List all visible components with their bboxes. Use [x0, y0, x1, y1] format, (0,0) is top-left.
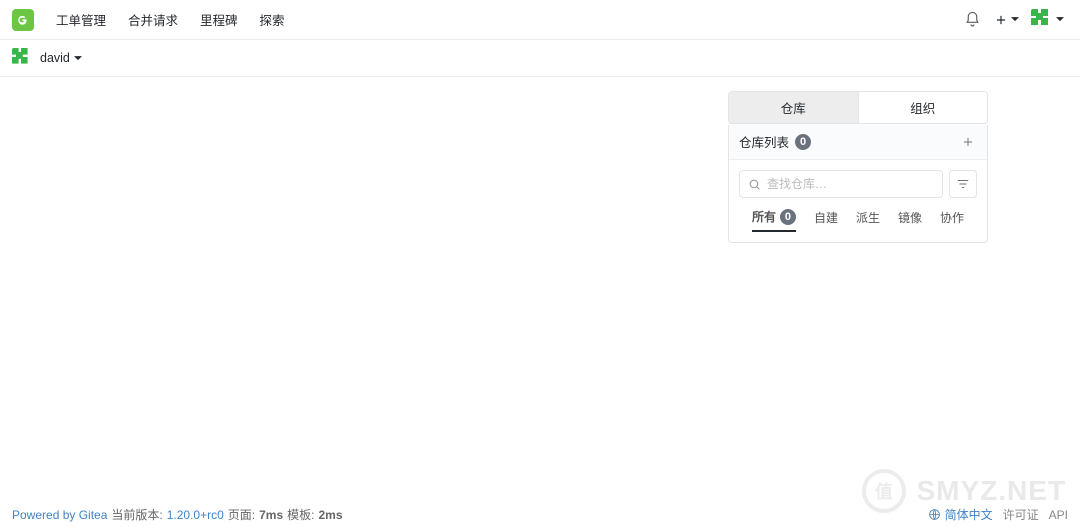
- footer-license[interactable]: 许可证: [1003, 506, 1039, 523]
- repo-search-input[interactable]: [767, 175, 934, 193]
- globe-icon: [928, 508, 941, 521]
- bell-icon: [964, 11, 981, 28]
- filter-tab-sources[interactable]: 自建: [814, 209, 838, 231]
- footer-api[interactable]: API: [1049, 508, 1068, 522]
- repo-search-wrap[interactable]: [739, 170, 943, 198]
- context-switcher[interactable]: david: [40, 51, 82, 65]
- tab-repositories[interactable]: 仓库: [729, 92, 859, 123]
- username-label: david: [40, 51, 70, 65]
- nav-milestones[interactable]: 里程碑: [190, 0, 248, 40]
- footer-version[interactable]: 1.20.0+rc0: [167, 508, 224, 522]
- filter-tab-collab[interactable]: 协作: [940, 209, 964, 231]
- plus-icon: [994, 13, 1008, 27]
- new-repo-button[interactable]: [959, 133, 977, 151]
- footer-page-time: 7ms: [259, 508, 283, 522]
- filter-icon: [956, 177, 970, 191]
- gitea-icon: [12, 9, 34, 31]
- caret-down-icon: [74, 56, 82, 61]
- filter-tab-mirrors[interactable]: 镜像: [898, 209, 922, 231]
- avatar: [1031, 9, 1053, 31]
- footer-right: 简体中文 许可证 API: [928, 506, 1068, 523]
- create-menu-button[interactable]: [988, 0, 1025, 40]
- footer-left: Powered by Gitea 当前版本: 1.20.0+rc0 页面: 7m…: [12, 506, 343, 523]
- caret-down-icon: [1011, 17, 1019, 22]
- context-avatar: [12, 48, 32, 68]
- notifications-button[interactable]: [958, 0, 986, 40]
- filter-tab-forks[interactable]: 派生: [856, 209, 880, 231]
- repo-count-badge: 0: [795, 134, 811, 150]
- footer-powered-by[interactable]: Powered by Gitea: [12, 508, 107, 522]
- nav-explore[interactable]: 探索: [250, 0, 295, 40]
- repo-filter-tabs: 所有 0 自建 派生 镜像 协作: [739, 208, 977, 232]
- caret-down-icon: [1056, 17, 1064, 22]
- filter-tab-all[interactable]: 所有 0: [752, 208, 796, 232]
- plus-icon: [961, 135, 975, 149]
- brand-logo[interactable]: [12, 0, 44, 40]
- footer-language[interactable]: 简体中文: [928, 506, 993, 523]
- nav-pulls[interactable]: 合并请求: [118, 0, 188, 40]
- search-icon: [748, 178, 761, 191]
- repo-org-switch: 仓库 组织: [728, 91, 988, 124]
- tab-organizations[interactable]: 组织: [859, 92, 988, 123]
- repo-filter-button[interactable]: [949, 170, 977, 198]
- repo-panel-title: 仓库列表 0: [739, 132, 811, 151]
- repo-panel: 仓库列表 0: [728, 123, 988, 243]
- user-menu-button[interactable]: [1027, 0, 1068, 40]
- nav-issues[interactable]: 工单管理: [46, 0, 116, 40]
- footer-template-time: 2ms: [319, 508, 343, 522]
